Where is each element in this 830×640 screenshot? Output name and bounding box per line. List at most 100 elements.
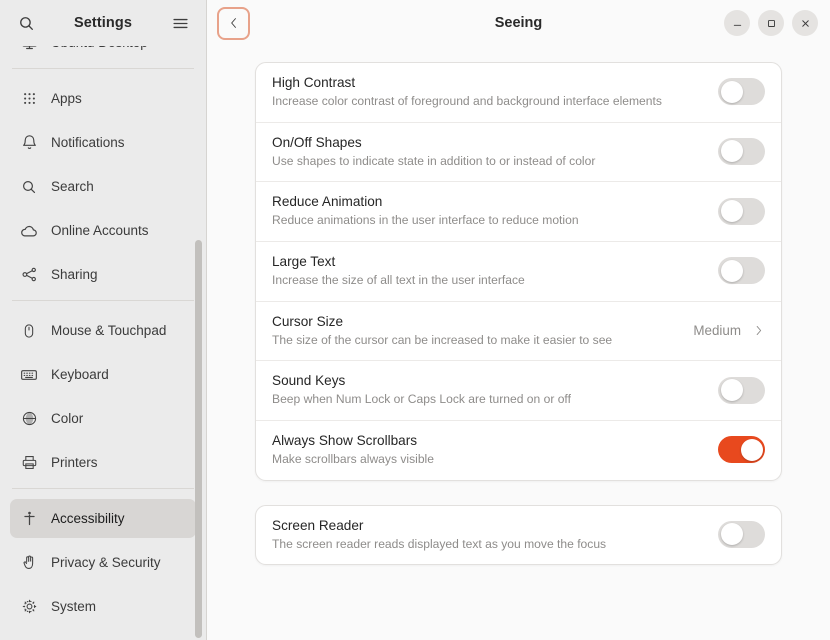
setting-subtitle: Make scrollbars always visible — [272, 451, 434, 466]
setting-row-large-text[interactable]: Large Text Increase the size of all text… — [256, 242, 781, 302]
large-text-toggle[interactable] — [718, 257, 765, 285]
sidebar-item-label: System — [51, 599, 97, 614]
search-icon — [20, 178, 38, 196]
setting-row-screen-reader[interactable]: Screen Reader The screen reader reads di… — [256, 506, 781, 565]
minimize-button[interactable] — [724, 10, 750, 36]
setting-row-sound-keys[interactable]: Sound Keys Beep when Num Lock or Caps Lo… — [256, 361, 781, 421]
mouse-icon — [20, 322, 38, 340]
sidebar-item-label: Printers — [51, 455, 98, 470]
setting-row-on-off-shapes[interactable]: On/Off Shapes Use shapes to indicate sta… — [256, 123, 781, 183]
high-contrast-toggle[interactable] — [718, 78, 765, 106]
gear-icon — [20, 598, 38, 616]
hamburger-menu-icon[interactable] — [164, 7, 196, 39]
seeing-settings-card: High Contrast Increase color contrast of… — [255, 62, 782, 481]
toggle-knob — [740, 438, 763, 461]
toggle-knob — [720, 259, 743, 282]
setting-row-high-contrast[interactable]: High Contrast Increase color contrast of… — [256, 63, 781, 123]
hand-icon — [20, 554, 38, 572]
always-show-scrollbars-toggle[interactable] — [718, 436, 765, 464]
row-text: Always Show Scrollbars Make scrollbars a… — [272, 432, 704, 468]
cloud-icon — [20, 222, 38, 240]
sidebar-item-search[interactable]: Search — [10, 167, 196, 206]
sidebar-item-privacy-security[interactable]: Privacy & Security — [10, 543, 196, 582]
screen-reader-toggle[interactable] — [718, 520, 765, 548]
window-controls — [724, 10, 818, 36]
sidebar-item-color[interactable]: Color — [10, 399, 196, 438]
sidebar-item-label: Search — [51, 179, 94, 194]
sidebar-divider — [12, 300, 194, 301]
sidebar-nav-list: Ubuntu Desktop Apps — [0, 46, 206, 640]
sidebar-title: Settings — [74, 15, 132, 31]
row-text: Sound Keys Beep when Num Lock or Caps Lo… — [272, 372, 704, 408]
maximize-icon — [766, 18, 777, 29]
sidebar-item-label: Color — [51, 411, 84, 426]
back-icon — [227, 16, 241, 30]
setting-title: High Contrast — [272, 75, 356, 90]
setting-row-reduce-animation[interactable]: Reduce Animation Reduce animations in th… — [256, 182, 781, 242]
sidebar: Settings Ubuntu Desktop — [0, 0, 207, 640]
sidebar-item-keyboard[interactable]: Keyboard — [10, 355, 196, 394]
row-text: High Contrast Increase color contrast of… — [272, 74, 704, 110]
settings-content: High Contrast Increase color contrast of… — [207, 46, 830, 640]
setting-subtitle: The size of the cursor can be increased … — [272, 332, 613, 347]
sidebar-header: Settings — [0, 0, 206, 46]
toggle-knob — [720, 80, 743, 103]
reduce-animation-toggle[interactable] — [718, 197, 765, 225]
screen-reader-card: Screen Reader The screen reader reads di… — [255, 504, 782, 566]
keyboard-icon — [20, 366, 38, 384]
sidebar-divider — [12, 68, 194, 69]
row-text: Screen Reader The screen reader reads di… — [272, 517, 704, 553]
sidebar-item-mouse-touchpad[interactable]: Mouse & Touchpad — [10, 311, 196, 350]
setting-title: Always Show Scrollbars — [272, 432, 418, 448]
setting-row-cursor-size[interactable]: Cursor Size The size of the cursor can b… — [256, 302, 781, 362]
on-off-shapes-toggle[interactable] — [718, 137, 765, 165]
setting-subtitle: Beep when Num Lock or Caps Lock are turn… — [272, 392, 571, 407]
sidebar-item-printers[interactable]: Printers — [10, 443, 196, 482]
sidebar-item-notifications[interactable]: Notifications — [10, 123, 196, 162]
close-button[interactable] — [792, 10, 818, 36]
titlebar: Seeing — [207, 0, 830, 46]
sidebar-item-label: Sharing — [51, 267, 98, 282]
sidebar-item-label: Privacy & Security — [51, 555, 161, 570]
sidebar-item-label: Online Accounts — [51, 223, 149, 238]
sidebar-item-apps[interactable]: Apps — [10, 79, 196, 118]
apps-grid-icon — [20, 90, 38, 108]
setting-title: Screen Reader — [272, 517, 364, 533]
settings-window: Settings Ubuntu Desktop — [0, 0, 830, 640]
sound-keys-toggle[interactable] — [718, 376, 765, 404]
row-text: On/Off Shapes Use shapes to indicate sta… — [272, 134, 704, 170]
setting-subtitle: Increase the size of all text in the use… — [272, 272, 525, 287]
cursor-size-value-group[interactable]: Medium — [693, 323, 765, 338]
setting-title: Reduce Animation — [272, 194, 383, 210]
cursor-size-value: Medium — [693, 322, 741, 338]
sidebar-item-accessibility[interactable]: Accessibility — [10, 499, 196, 538]
main-pane: Seeing High Contrast Increase color cont… — [207, 0, 830, 640]
row-text: Cursor Size The size of the cursor can b… — [272, 313, 679, 349]
setting-row-always-show-scrollbars[interactable]: Always Show Scrollbars Make scrollbars a… — [256, 421, 781, 480]
sidebar-item-label: Apps — [51, 91, 82, 106]
sidebar-scrollbar[interactable] — [195, 240, 202, 638]
toggle-knob — [720, 523, 743, 546]
setting-subtitle: Reduce animations in the user interface … — [272, 213, 579, 228]
sidebar-divider — [12, 488, 194, 489]
accessibility-person-icon — [20, 510, 38, 528]
sidebar-item-label: Notifications — [51, 135, 125, 150]
setting-title: Sound Keys — [272, 373, 346, 389]
setting-subtitle: Use shapes to indicate state in addition… — [272, 153, 596, 168]
share-nodes-icon — [20, 266, 38, 284]
row-text: Large Text Increase the size of all text… — [272, 253, 704, 289]
sidebar-item-online-accounts[interactable]: Online Accounts — [10, 211, 196, 250]
sidebar-item-sharing[interactable]: Sharing — [10, 255, 196, 294]
setting-title: Cursor Size — [272, 313, 344, 329]
sidebar-item-system[interactable]: System — [10, 587, 196, 626]
row-text: Reduce Animation Reduce animations in th… — [272, 193, 704, 229]
back-button[interactable] — [217, 6, 250, 40]
sidebar-item-ubuntu-desktop[interactable]: Ubuntu Desktop — [10, 46, 196, 62]
minimize-icon — [732, 18, 743, 29]
search-icon[interactable] — [10, 7, 42, 39]
bell-icon — [20, 134, 38, 152]
maximize-button[interactable] — [758, 10, 784, 36]
sidebar-item-label: Keyboard — [51, 367, 109, 382]
sidebar-item-label: Accessibility — [51, 511, 125, 526]
setting-subtitle: The screen reader reads displayed text a… — [272, 536, 607, 551]
